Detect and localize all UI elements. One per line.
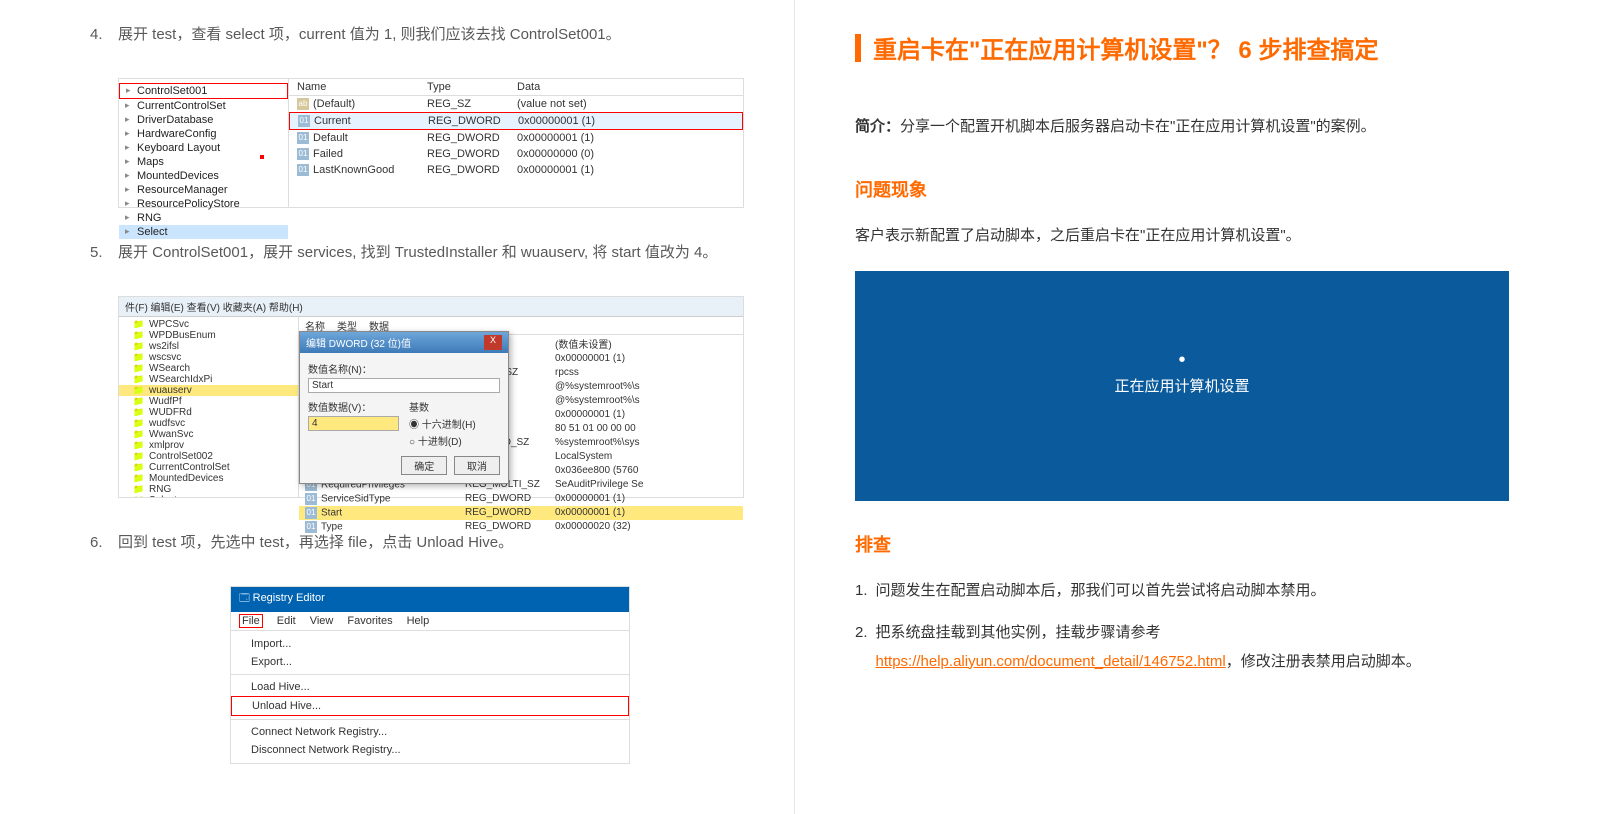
ok-button[interactable]: 确定: [401, 456, 447, 475]
window-title: Registry Editor: [231, 587, 629, 612]
menu-item[interactable]: File: [239, 614, 263, 628]
step-5: 5. 展开 ControlSet001，展开 services, 找到 Trus…: [90, 238, 744, 268]
registry-value-row[interactable]: 01DefaultREG_DWORD0x00000001 (1): [289, 130, 743, 146]
file-menu-item[interactable]: Disconnect Network Registry...: [231, 741, 629, 759]
screenshot-registry-edit: 件(F) 编辑(E) 查看(V) 收藏夹(A) 帮助(H) WPCSvcWPDB…: [118, 296, 744, 498]
file-menu-item[interactable]: Connect Network Registry...: [231, 723, 629, 741]
tree-item[interactable]: ResourcePolicyStore: [119, 197, 288, 211]
tree-item[interactable]: WPCSvc: [119, 319, 298, 330]
tree-item[interactable]: xmlprov: [119, 440, 298, 451]
close-icon[interactable]: X: [484, 335, 502, 350]
tree-item[interactable]: ResourceManager: [119, 183, 288, 197]
regedit-menubar: 件(F) 编辑(E) 查看(V) 收藏夹(A) 帮助(H): [119, 297, 743, 317]
cancel-button[interactable]: 取消: [454, 456, 500, 475]
tree-item[interactable]: HardwareConfig: [119, 127, 288, 141]
tree-item[interactable]: wscsvc: [119, 352, 298, 363]
title-accent-bar: [855, 34, 861, 62]
file-menu-item[interactable]: Load Hive...: [231, 678, 629, 696]
services-tree: WPCSvcWPDBusEnumws2ifslwscsvcWSearchWSea…: [119, 317, 299, 497]
radio-dec[interactable]: ○ 十进制(D): [409, 433, 500, 448]
article-intro: 简介：分享一个配置开机脚本后服务器启动卡在"正在应用计算机设置"的案例。: [855, 115, 1509, 136]
right-column: 重启卡在"正在应用计算机设置"？ 6 步排查搞定 简介：分享一个配置开机脚本后服…: [795, 0, 1599, 814]
menu-item[interactable]: Help: [407, 615, 430, 627]
registry-value-row[interactable]: 01CurrentREG_DWORD0x00000001 (1): [289, 112, 743, 130]
value-data-field[interactable]: 4: [308, 416, 399, 431]
tree-item[interactable]: CurrentControlSet: [119, 462, 298, 473]
registry-value-row[interactable]: 01StartREG_DWORD0x00000001 (1): [299, 506, 743, 520]
tree-item[interactable]: Maps: [119, 155, 288, 169]
screenshot-unload-hive: Registry Editor File Edit View Favorites Hel…: [230, 586, 630, 764]
tree-item[interactable]: WPDBusEnum: [119, 330, 298, 341]
screenshot-windows-boot: 正在应用计算机设置: [855, 271, 1509, 501]
tree-item[interactable]: ControlSet001: [119, 83, 288, 99]
tree-item[interactable]: MountedDevices: [119, 169, 288, 183]
file-menu: Import...Export... Load Hive...Unload Hiv…: [231, 631, 629, 763]
menu-bar: File Edit View Favorites Help: [231, 612, 629, 631]
tree-item[interactable]: wudfsvc: [119, 418, 298, 429]
tree-item[interactable]: Select: [119, 225, 288, 239]
tree-item[interactable]: ws2ifsl: [119, 341, 298, 352]
file-menu-item[interactable]: Unload Hive...: [231, 696, 629, 716]
registry-tree: ControlSet001CurrentControlSetDriverData…: [119, 79, 289, 207]
registry-values: Name Type Data ab(Default)REG_SZ(value n…: [289, 79, 743, 207]
menu-item[interactable]: Favorites: [347, 615, 392, 627]
registry-value-row[interactable]: 01ServiceSidTypeREG_DWORD0x00000001 (1): [299, 492, 743, 506]
registry-value-row[interactable]: 01FailedREG_DWORD0x00000000 (0): [289, 146, 743, 162]
radio-hex[interactable]: ◉ 十六进制(H): [409, 416, 500, 431]
tree-item[interactable]: WSearchIdxPi: [119, 374, 298, 385]
tree-item[interactable]: wuauserv: [119, 385, 298, 396]
help-link[interactable]: https://help.aliyun.com/document_detail/…: [876, 653, 1226, 670]
tree-item[interactable]: CurrentControlSet: [119, 99, 288, 113]
section-symptom: 问题现象: [855, 176, 1509, 202]
tree-item[interactable]: WSearch: [119, 363, 298, 374]
left-column: 4. 展开 test，查看 select 项，current 值为 1, 则我们…: [0, 0, 795, 814]
troubleshoot-step-1: 1. 问题发生在配置启动脚本后，那我们可以首先尝试将启动脚本禁用。: [855, 577, 1509, 606]
step-4: 4. 展开 test，查看 select 项，current 值为 1, 则我们…: [90, 20, 744, 50]
tree-item[interactable]: RNG: [119, 484, 298, 495]
dialog-title: 编辑 DWORD (32 位)值: [306, 335, 411, 350]
tree-item[interactable]: WwanSvc: [119, 429, 298, 440]
troubleshoot-step-2: 2. 把系统盘挂载到其他实例，挂载步骤请参考 https://help.aliy…: [855, 619, 1509, 676]
registry-value-row[interactable]: 01TypeREG_DWORD0x00000020 (32): [299, 520, 743, 534]
menu-item[interactable]: View: [310, 615, 334, 627]
tree-item[interactable]: DriverDatabase: [119, 113, 288, 127]
article-title: 重启卡在"正在应用计算机设置"？ 6 步排查搞定: [855, 30, 1509, 65]
registry-value-row[interactable]: ab(Default)REG_SZ(value not set): [289, 96, 743, 112]
menu-item[interactable]: Edit: [277, 615, 296, 627]
tree-item[interactable]: WudfPf: [119, 396, 298, 407]
section-troubleshoot: 排查: [855, 531, 1509, 557]
screenshot-registry-select: ControlSet001CurrentControlSetDriverData…: [118, 78, 744, 208]
tree-item[interactable]: MountedDevices: [119, 473, 298, 484]
tree-item[interactable]: ControlSet002: [119, 451, 298, 462]
file-menu-item[interactable]: Import...: [231, 635, 629, 653]
value-name-field[interactable]: Start: [308, 378, 500, 393]
tree-item[interactable]: Select: [119, 495, 298, 497]
tree-item[interactable]: Keyboard Layout: [119, 141, 288, 155]
symptom-text: 客户表示新配置了启动脚本，之后重启卡在"正在应用计算机设置"。: [855, 222, 1509, 251]
registry-value-row[interactable]: 01LastKnownGoodREG_DWORD0x00000001 (1): [289, 162, 743, 178]
tree-item[interactable]: RNG: [119, 211, 288, 225]
file-menu-item[interactable]: Export...: [231, 653, 629, 671]
tree-item[interactable]: WUDFRd: [119, 407, 298, 418]
edit-dword-dialog: 编辑 DWORD (32 位)值 X 数值名称(N)： Start 数值数据(V…: [299, 331, 509, 484]
